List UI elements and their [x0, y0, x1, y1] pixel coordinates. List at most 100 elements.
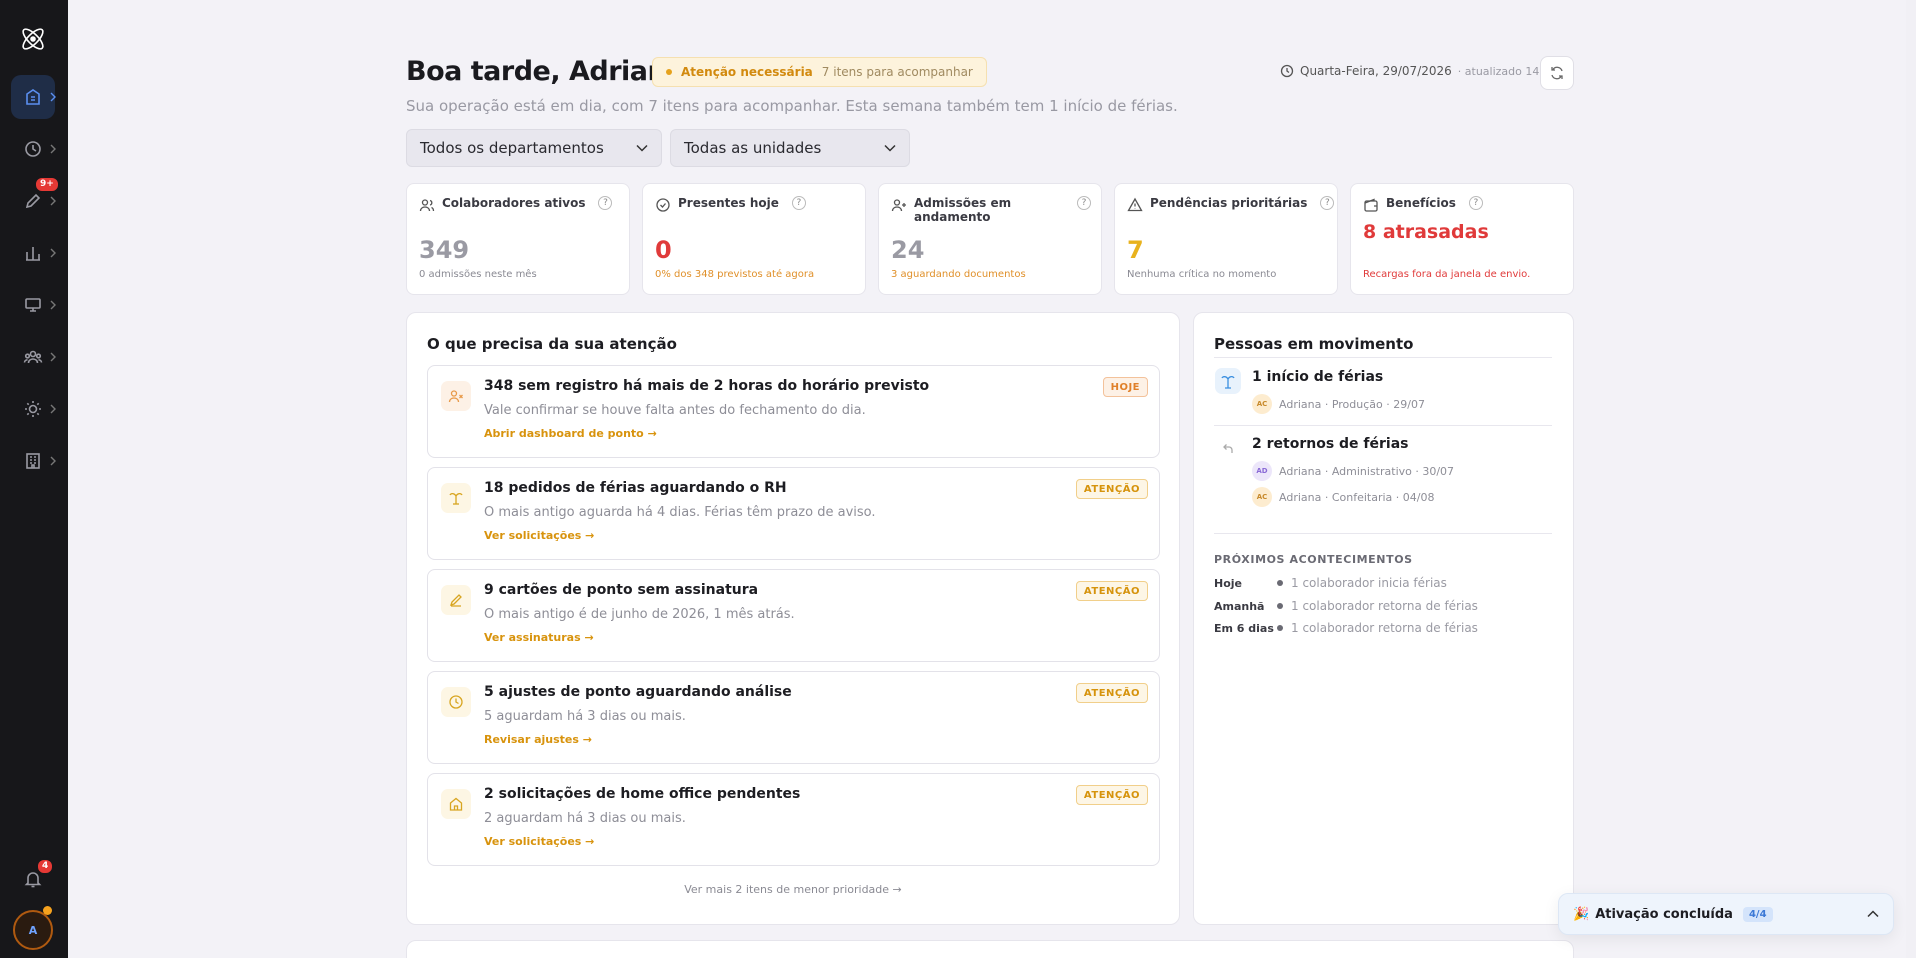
attention-item-desc: O mais antigo aguarda há 4 dias. Férias …: [484, 505, 876, 520]
department-select[interactable]: Todos os departamentos: [406, 129, 662, 167]
stat-sub: 0 admissões neste mês: [419, 269, 537, 280]
attention-item[interactable]: 18 pedidos de férias aguardando o RH O m…: [427, 467, 1160, 560]
chevron-right-icon: [50, 456, 56, 466]
stat-sub: Recargas fora da janela de envio.: [1363, 269, 1531, 280]
scrollbar[interactable]: [1906, 0, 1916, 958]
priority-tag: ATENÇÃO: [1075, 785, 1148, 805]
attention-item-link[interactable]: Revisar ajustes →: [484, 733, 592, 746]
chevron-right-icon: [50, 92, 56, 102]
notification-count-badge: 9+: [34, 176, 60, 193]
event-row: Hoje 1 colaborador inicia férias: [1214, 576, 1447, 590]
stat-card-priority-pending[interactable]: Pendências prioritárias ? 7 Nenhuma crít…: [1114, 183, 1338, 295]
person-row[interactable]: AD Adriana · Administrativo · 30/07: [1252, 461, 1454, 481]
stat-label: Presentes hoje: [678, 196, 779, 210]
attention-item[interactable]: 5 ajustes de ponto aguardando análise 5 …: [427, 671, 1160, 764]
notifications-count-badge: 4: [36, 858, 55, 875]
chevron-down-icon: [636, 144, 648, 152]
attention-alert-pill[interactable]: Atenção necessária 7 itens para acompanh…: [652, 57, 987, 87]
chevron-right-icon: [50, 352, 56, 362]
person-avatar: AC: [1252, 487, 1272, 507]
divider: [1214, 533, 1552, 534]
wallet-icon: [1364, 198, 1378, 212]
clock-icon: [441, 687, 471, 717]
lightbulb-icon: [25, 401, 41, 417]
chevron-down-icon: [884, 144, 896, 152]
movement-panel-title: Pessoas em movimento: [1214, 335, 1414, 353]
help-icon[interactable]: ?: [598, 196, 613, 210]
user-avatar[interactable]: A: [13, 910, 53, 950]
palm-tree-icon: [441, 483, 471, 513]
event-text: 1 colaborador retorna de férias: [1291, 621, 1478, 635]
priority-tag: ATENÇÃO: [1075, 581, 1148, 601]
chevron-right-icon: [50, 300, 56, 310]
attention-item-desc: Vale confirmar se houve falta antes do f…: [484, 403, 866, 418]
attention-item-title: 18 pedidos de férias aguardando o RH: [484, 480, 787, 496]
refresh-button[interactable]: [1540, 56, 1574, 90]
user-plus-icon: [891, 199, 906, 212]
person-info: Adriana · Confeitaria · 04/08: [1279, 490, 1435, 504]
person-info: Adriana · Produção · 29/07: [1279, 397, 1425, 411]
chevron-up-icon[interactable]: [1867, 910, 1879, 918]
attention-item-link[interactable]: Ver solicitações →: [484, 835, 594, 848]
divider: [1214, 357, 1552, 358]
chevron-right-icon: [50, 144, 56, 154]
stat-label: Benefícios: [1386, 196, 1456, 210]
app-logo-icon[interactable]: [18, 24, 48, 54]
toast-label: Ativação concluída: [1595, 906, 1733, 922]
home-icon: [441, 789, 471, 819]
person-info: Adriana · Administrativo · 30/07: [1279, 464, 1455, 478]
stat-label: Colaboradores ativos: [442, 196, 586, 210]
attention-item-link[interactable]: Abrir dashboard de ponto →: [484, 427, 657, 440]
refresh-icon: [1551, 66, 1563, 80]
vacation-return-title: 2 retornos de férias: [1252, 436, 1409, 452]
attention-item[interactable]: 2 solicitações de home office pendentes …: [427, 773, 1160, 866]
help-icon[interactable]: ?: [1077, 196, 1091, 210]
stat-value: 349: [419, 236, 470, 264]
user-x-icon: [441, 381, 471, 411]
clock-icon: [1280, 64, 1294, 78]
users-icon: [23, 350, 43, 364]
next-section-card: [406, 940, 1574, 958]
person-row[interactable]: AC Adriana · Produção · 29/07: [1252, 394, 1425, 414]
clock-icon: [25, 141, 41, 157]
attention-item[interactable]: 9 cartões de ponto sem assinatura O mais…: [427, 569, 1160, 662]
stat-label: Admissões em andamento: [914, 196, 1012, 224]
help-icon[interactable]: ?: [1468, 196, 1483, 210]
unit-select-value: Todas as unidades: [684, 139, 822, 157]
person-row[interactable]: AC Adriana · Confeitaria · 04/08: [1252, 487, 1434, 507]
attention-item-desc: O mais antigo é de junho de 2026, 1 mês …: [484, 607, 795, 622]
return-arrow-icon: [1223, 444, 1233, 453]
activation-toast[interactable]: 🎉 Ativação concluída 4/4: [1558, 893, 1894, 935]
stat-sub: 0% dos 348 previstos até agora: [655, 269, 815, 280]
attention-item-link[interactable]: Ver solicitações →: [484, 529, 594, 542]
monitor-icon: [25, 298, 41, 312]
event-row: Amanhã 1 colaborador retorna de férias: [1214, 599, 1478, 613]
stat-label: Pendências prioritárias: [1150, 196, 1308, 210]
stat-card-benefits[interactable]: Benefícios ? 8 atrasadas Recargas fora d…: [1350, 183, 1574, 295]
event-day: Em 6 dias: [1214, 621, 1274, 635]
page-title: Boa tarde, Adriana: [406, 56, 684, 87]
attention-item-desc: 2 aguardam há 3 dias ou mais.: [484, 811, 686, 826]
status-dot: [43, 906, 52, 915]
event-day: Hoje: [1214, 576, 1242, 590]
person-avatar: AD: [1252, 461, 1272, 481]
stat-header: Presentes hoje ?: [655, 196, 806, 213]
help-icon[interactable]: ?: [791, 196, 806, 210]
stat-header: Pendências prioritárias ?: [1127, 196, 1335, 213]
stat-card-admissions[interactable]: Admissões em andamento ? 24 3 aguardando…: [878, 183, 1102, 295]
attention-item-link[interactable]: Ver assinaturas →: [484, 631, 594, 644]
alert-dot: [666, 69, 672, 75]
stat-card-present-today[interactable]: Presentes hoje ? 0 0% dos 348 previstos …: [642, 183, 866, 295]
stat-card-active-employees[interactable]: Colaboradores ativos ? 349 0 admissões n…: [406, 183, 630, 295]
unit-select[interactable]: Todas as unidades: [670, 129, 910, 167]
attention-item[interactable]: 348 sem registro há mais de 2 horas do h…: [427, 365, 1160, 458]
see-more-link[interactable]: Ver mais 2 itens de menor prioridade →: [407, 883, 1179, 896]
stat-header: Colaboradores ativos ?: [419, 196, 613, 213]
page-subtitle: Sua operação está em dia, com 7 itens pa…: [406, 97, 1178, 115]
users-icon: [419, 199, 435, 212]
palm-tree-icon: [1215, 368, 1241, 394]
party-popper-icon: 🎉: [1573, 906, 1590, 922]
help-icon[interactable]: ?: [1320, 196, 1335, 210]
attention-panel: O que precisa da sua atenção 348 sem reg…: [406, 312, 1180, 925]
event-dot: [1277, 603, 1283, 609]
